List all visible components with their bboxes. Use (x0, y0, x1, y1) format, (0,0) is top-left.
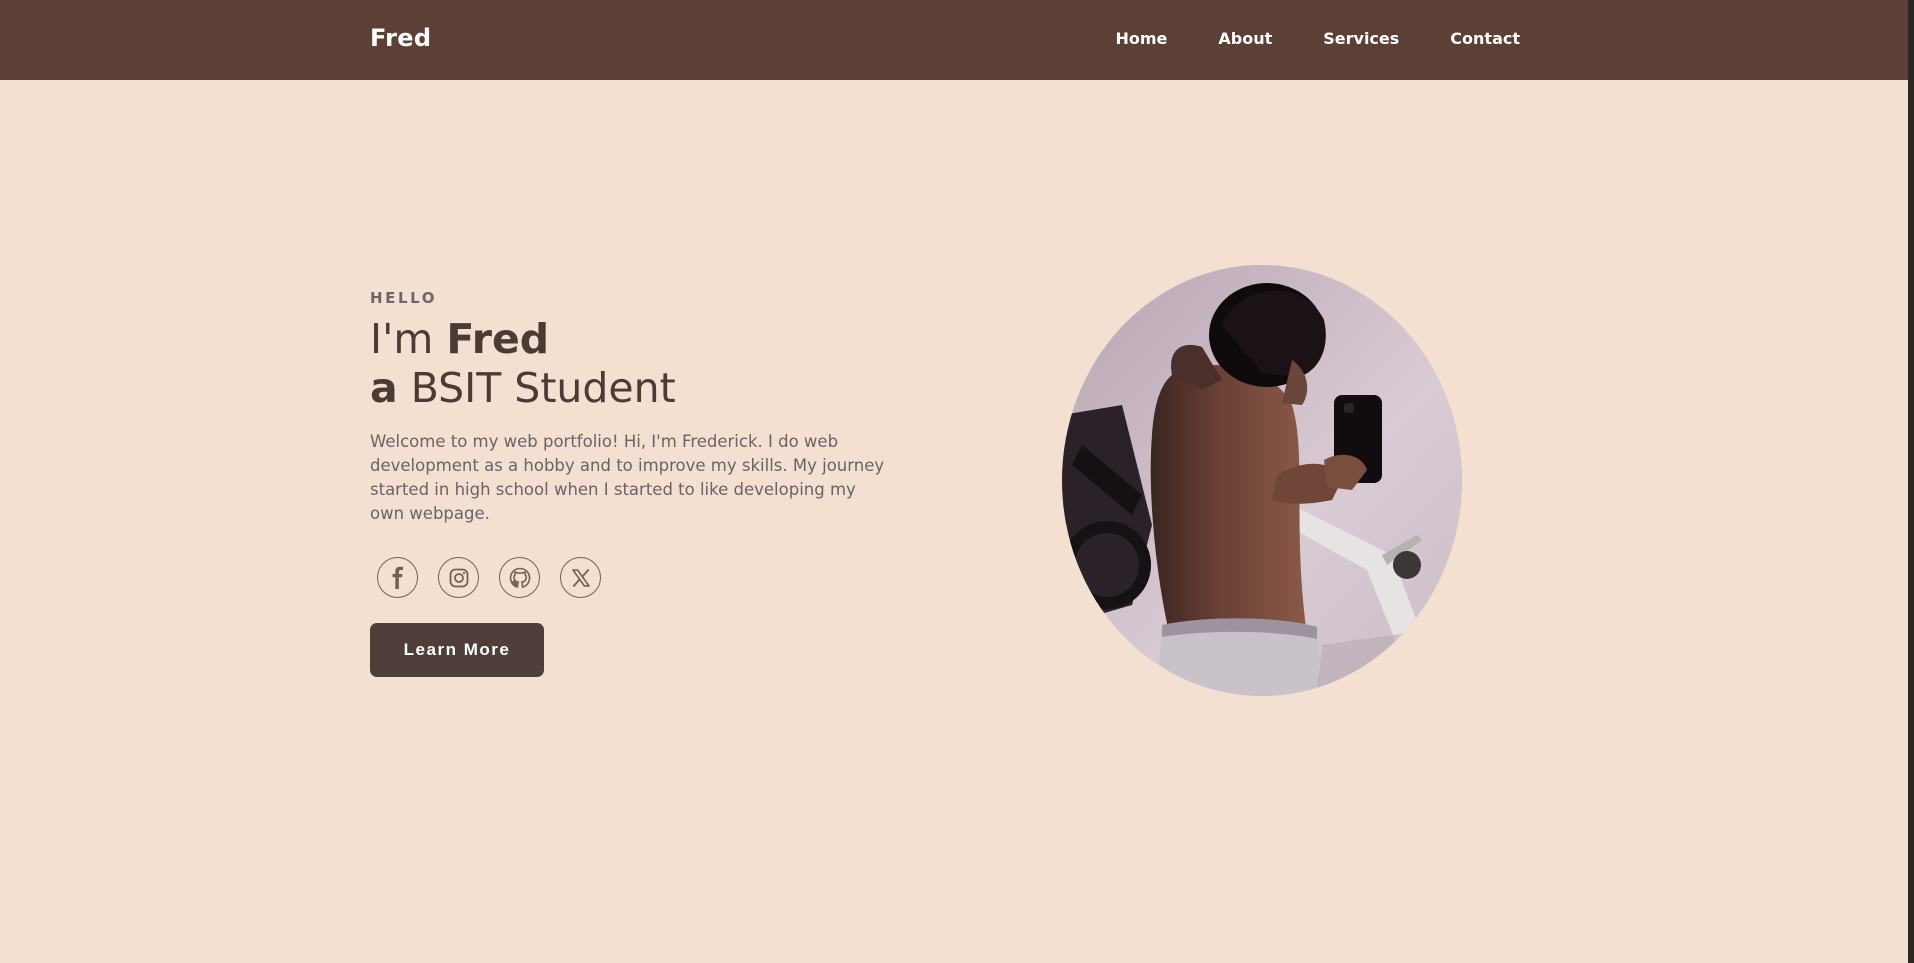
headline-line1-prefix: I'm (370, 315, 447, 363)
nav-link-about[interactable]: About (1218, 29, 1272, 48)
headline-role: BSIT Student (397, 364, 676, 412)
nav-links: Home About Services Contact (1115, 29, 1520, 48)
headline-name: Fred (446, 315, 550, 363)
x-icon (571, 568, 590, 587)
nav-link-contact[interactable]: Contact (1450, 29, 1520, 48)
nav-link-services[interactable]: Services (1323, 29, 1399, 48)
headline-line2-prefix: a (370, 364, 398, 412)
github-icon (509, 567, 530, 588)
instagram-link[interactable] (438, 557, 479, 598)
x-link[interactable] (560, 557, 601, 598)
learn-more-button[interactable]: Learn More (370, 623, 544, 677)
hero-headline: I'm Fred a BSIT Student (370, 315, 676, 413)
profile-photo (1062, 265, 1462, 696)
hero-greeting: HELLO (370, 289, 438, 307)
nav-link-home[interactable]: Home (1115, 29, 1167, 48)
brand-logo[interactable]: Fred (370, 24, 431, 52)
facebook-icon (392, 566, 403, 589)
facebook-link[interactable] (377, 557, 418, 598)
navbar: Fred Home About Services Contact (0, 0, 1908, 80)
page: Fred Home About Services Contact HELLO I… (0, 0, 1908, 963)
hero-intro: Welcome to my web portfolio! Hi, I'm Fre… (370, 432, 885, 523)
social-links (377, 557, 601, 598)
profile-photo-illustration (1062, 265, 1462, 696)
instagram-icon (449, 568, 468, 587)
github-link[interactable] (499, 557, 540, 598)
